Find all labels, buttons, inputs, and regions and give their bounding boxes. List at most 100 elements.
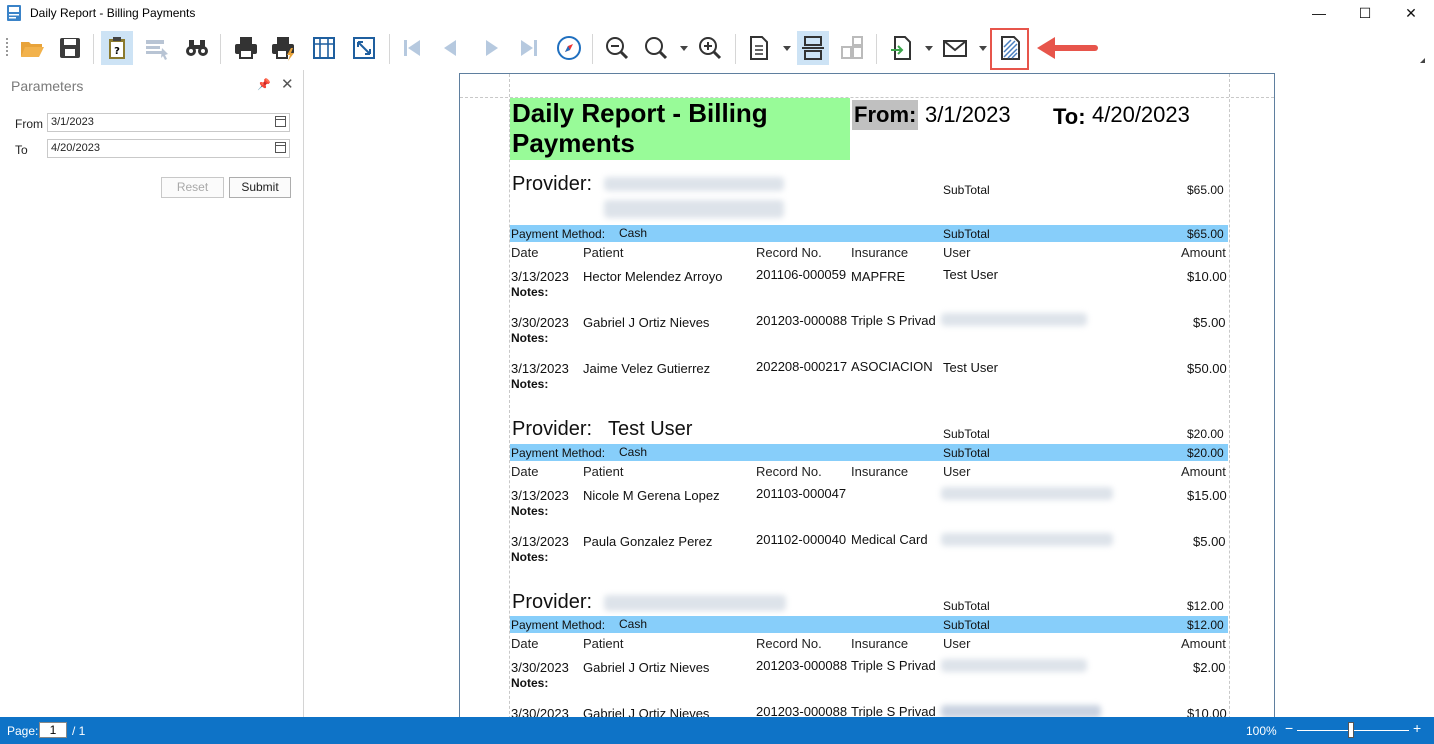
- payment-method-label: Payment Method:: [511, 618, 606, 632]
- to-date-field[interactable]: 4/20/2023: [47, 139, 290, 158]
- row-date: 3/30/2023: [511, 660, 569, 675]
- next-page-button[interactable]: [475, 31, 507, 65]
- page-setup-icon: [313, 37, 335, 59]
- close-window-button[interactable]: ✕: [1388, 0, 1434, 26]
- parameters-icon: ?: [109, 37, 125, 59]
- scale-button[interactable]: [348, 31, 380, 65]
- quick-print-button[interactable]: [268, 31, 300, 65]
- row-patient: Nicole M Gerena Lopez: [583, 488, 720, 503]
- continuous-pages-button[interactable]: [836, 31, 868, 65]
- export-dropdown-icon[interactable]: [925, 46, 933, 51]
- close-icon: ✕: [1405, 5, 1417, 21]
- find-button[interactable]: [181, 31, 213, 65]
- zoom-in-icon: [699, 37, 722, 60]
- zoom-in-button[interactable]: [694, 31, 726, 65]
- toolbar-separator: [735, 34, 736, 64]
- toolbar-separator: [389, 34, 390, 64]
- row-patient: Jaime Velez Gutierrez: [583, 361, 711, 376]
- redacted-user: [941, 487, 1113, 500]
- previous-page-button[interactable]: [435, 31, 467, 65]
- export-button[interactable]: [886, 31, 918, 65]
- svg-text:?: ?: [114, 46, 120, 57]
- print-icon: [235, 37, 257, 59]
- navigation-button[interactable]: [553, 31, 585, 65]
- scale-icon: [353, 37, 375, 59]
- method-subtotal: $65.00: [1187, 227, 1224, 241]
- zoom-icon: [645, 37, 668, 60]
- report-title: Daily Report - Billing Payments: [510, 98, 850, 160]
- pointer-arrow-icon: [1037, 37, 1098, 59]
- first-page-button[interactable]: [396, 31, 428, 65]
- zoom-slider-thumb[interactable]: [1348, 722, 1354, 738]
- continuous-pages-icon: [841, 36, 863, 59]
- send-email-dropdown-icon[interactable]: [979, 46, 987, 51]
- calendar-icon[interactable]: [275, 142, 286, 153]
- report-from-value: 3/1/2023: [925, 102, 1011, 127]
- reset-button[interactable]: Reset: [161, 177, 224, 198]
- page-setup-button[interactable]: [308, 31, 340, 65]
- find-icon: [186, 40, 208, 56]
- maximize-button[interactable]: ☐: [1342, 0, 1388, 26]
- toolbar-grip[interactable]: [6, 38, 10, 56]
- zoom-button[interactable]: [640, 31, 672, 65]
- report-page: Daily Report - Billing Payments From: 3/…: [459, 73, 1275, 733]
- to-date-value: 4/20/2023: [51, 142, 100, 154]
- window-title: Daily Report - Billing Payments: [30, 6, 196, 20]
- zoom-minus-button[interactable]: −: [1285, 720, 1293, 736]
- row-record: 201203-000088: [756, 658, 848, 673]
- document-map-button[interactable]: [141, 31, 173, 65]
- calendar-icon[interactable]: [275, 116, 286, 127]
- payment-method-label: Payment Method:: [511, 446, 606, 460]
- provider-subtotal: $65.00: [1187, 183, 1224, 197]
- row-insurance: Triple S Privad: [851, 658, 936, 673]
- page-total: / 1: [72, 724, 86, 738]
- from-label: From: [15, 117, 43, 131]
- send-email-button[interactable]: [939, 31, 971, 65]
- open-button[interactable]: [16, 31, 48, 65]
- row-date: 3/13/2023: [511, 534, 569, 549]
- pin-icon[interactable]: 📌: [257, 78, 271, 91]
- title-bar: Daily Report - Billing Payments — ☐ ✕: [0, 0, 1434, 26]
- to-label: To: [15, 143, 28, 157]
- from-date-field[interactable]: 3/1/2023: [47, 113, 290, 132]
- row-record: 201106-000059: [756, 267, 847, 282]
- row-date: 3/13/2023: [511, 269, 569, 284]
- zoom-out-button[interactable]: [601, 31, 633, 65]
- view-options-icon: [750, 36, 768, 60]
- zoom-out-icon: [606, 37, 629, 60]
- multiple-pages-button[interactable]: [797, 31, 829, 65]
- payment-method-value: Cash: [619, 226, 648, 240]
- column-header-user: User: [943, 245, 971, 260]
- subtotal-label: SubTotal: [943, 446, 990, 460]
- zoom-dropdown-icon[interactable]: [680, 46, 688, 51]
- toolbar-overflow-icon[interactable]: [1420, 58, 1425, 63]
- parameters-button[interactable]: ?: [101, 31, 133, 65]
- submit-button[interactable]: Submit: [229, 177, 291, 198]
- payment-method-band: [510, 225, 1228, 242]
- export-icon: [891, 36, 911, 60]
- parameters-panel: Parameters 📌 ✕ From 3/1/2023 To 4/20/202…: [0, 70, 304, 717]
- print-button[interactable]: [230, 31, 262, 65]
- toolbar-separator: [220, 34, 221, 64]
- zoom-plus-button[interactable]: +: [1413, 720, 1421, 736]
- row-insurance: MAPFRE: [851, 269, 906, 284]
- save-button[interactable]: [54, 31, 86, 65]
- subtotal-label: SubTotal: [943, 618, 990, 632]
- column-header-insurance: Insurance: [851, 464, 909, 479]
- notes-label: Notes:: [511, 377, 549, 391]
- from-date-value: 3/1/2023: [51, 116, 94, 128]
- column-header-date: Date: [511, 245, 539, 260]
- payment-method-label: Payment Method:: [511, 227, 606, 241]
- row-date: 3/13/2023: [511, 361, 569, 376]
- app-icon: [7, 5, 21, 21]
- minimize-button[interactable]: —: [1296, 0, 1342, 26]
- close-panel-icon[interactable]: ✕: [281, 75, 294, 93]
- send-email-icon: [943, 40, 967, 57]
- view-options-dropdown-icon[interactable]: [783, 46, 791, 51]
- row-user: Test User: [943, 267, 998, 282]
- page-number-input[interactable]: 1: [39, 722, 67, 738]
- view-options-button[interactable]: [743, 31, 775, 65]
- column-header-insurance: Insurance: [851, 636, 909, 651]
- last-page-button[interactable]: [513, 31, 545, 65]
- provider-label: Provider:: [512, 173, 593, 195]
